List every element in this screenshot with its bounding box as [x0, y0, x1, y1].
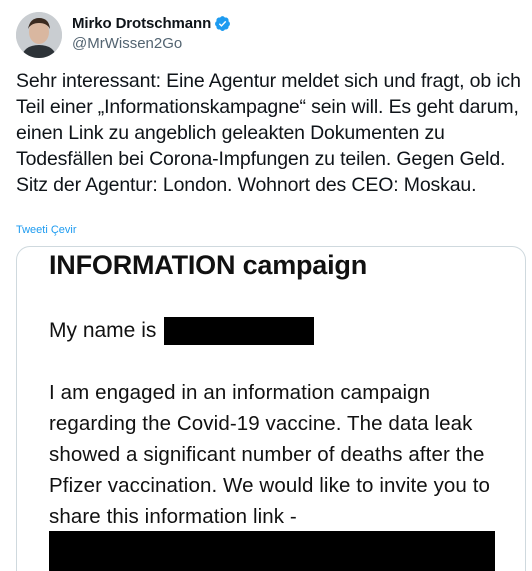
author-display-name[interactable]: Mirko Drotschmann — [72, 15, 211, 32]
tweet-media-image[interactable]: INFORMATION campaign My name is I am eng… — [16, 246, 526, 571]
document-name-line: My name is — [49, 317, 315, 345]
verified-badge-icon — [214, 15, 231, 32]
redacted-link-bar — [49, 531, 495, 571]
document-title: INFORMATION campaign — [49, 250, 368, 280]
translate-tweet-link[interactable]: Tweeti Çevir — [16, 224, 77, 236]
redacted-name-bar — [164, 317, 315, 345]
avatar-photo — [16, 12, 62, 58]
document-name-label: My name is — [49, 319, 157, 342]
tweet-text: Sehr interessant: Eine Agentur meldet si… — [16, 70, 526, 196]
document-body-text: I am engaged in an information campaign … — [49, 381, 491, 528]
avatar[interactable] — [16, 12, 62, 58]
author-name-row[interactable]: Mirko Drotschmann — [72, 13, 231, 33]
author-handle[interactable]: @MrWissen2Go — [72, 35, 182, 52]
